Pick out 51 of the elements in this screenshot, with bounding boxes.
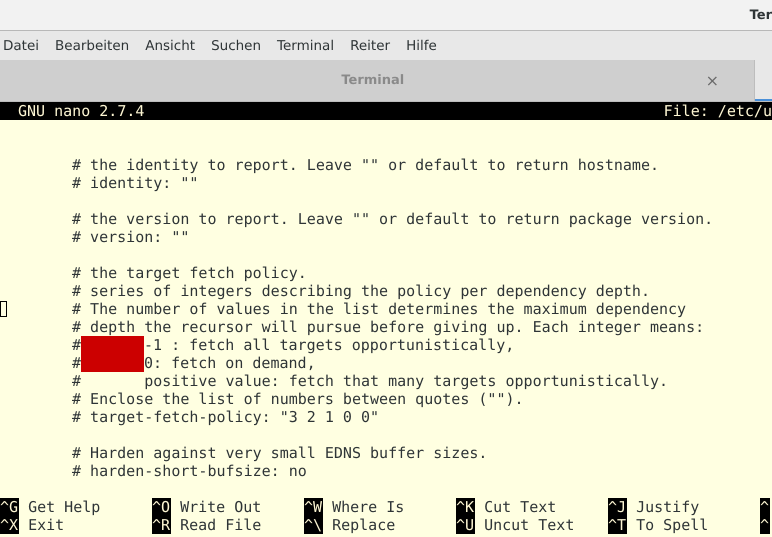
code-line: # positive value: fetch that many targets opportunistically.: [72, 372, 668, 390]
file-path: File: /etc/u: [664, 102, 772, 120]
shortcut-label: Cut Text: [484, 498, 556, 516]
shortcut-label: Where Is: [332, 498, 404, 516]
menu-item[interactable]: Datei: [3, 38, 56, 54]
shortcut-key: ^R: [152, 516, 172, 534]
code-line: # harden-short-bufsize: no: [72, 462, 307, 480]
code-line: # series of integers describing the policy per dependency depth.: [72, 282, 650, 300]
shortcut-key: ^: [760, 516, 770, 534]
menu-item[interactable]: Bearbeiten: [55, 38, 146, 54]
shortcut-key: ^\: [304, 516, 324, 534]
code-line: # depth the recursor will pursue before giving up. Each integer means:: [72, 318, 704, 336]
code-line: # Harden against very small EDNS buffer sizes.: [72, 444, 488, 462]
shortcut-key: ^O: [152, 498, 172, 516]
comment-mark: #: [72, 336, 82, 354]
tab-highlight: [81, 354, 144, 372]
shortcut-label: Read File: [180, 516, 262, 534]
menu-item[interactable]: Hilfe: [406, 38, 453, 54]
menu-item[interactable]: Suchen: [211, 38, 278, 54]
menu-item[interactable]: Reiter: [350, 38, 406, 54]
shortcut-label: Replace: [332, 516, 396, 534]
shortcut-key: ^U: [456, 516, 476, 534]
shortcut-key: ^X: [0, 516, 20, 534]
shortcut-key: ^W: [304, 498, 324, 516]
code-line: -1 : fetch all targets opportunistically,: [144, 336, 514, 354]
shortcut-key: ^G: [0, 498, 20, 516]
shortcut-label: Get Help: [28, 498, 100, 516]
shortcut-label: Exit: [28, 516, 64, 534]
code-line: # version: "": [72, 228, 190, 246]
code-line: # Enclose the list of numbers between quotes ("").: [72, 390, 524, 408]
code-line: # the identity to report. Leave "" or default to return hostname.: [72, 156, 659, 174]
menu-item[interactable]: Terminal: [277, 38, 350, 54]
code-line: # identity: "": [72, 174, 198, 192]
shortcut-label: Justify: [636, 498, 700, 516]
editor-version: GNU nano 2.7.4: [18, 102, 144, 120]
shortcut-label: To Spell: [636, 516, 708, 534]
code-line: # The number of values in the list determines the maximum dependency: [72, 300, 686, 318]
shortcut-key: ^: [760, 498, 770, 516]
menu-item[interactable]: Ansicht: [145, 38, 212, 54]
comment-mark: #: [72, 354, 82, 372]
shortcut-key: ^T: [608, 516, 628, 534]
code-line: # the target fetch policy.: [72, 264, 307, 282]
code-line: 0: fetch on demand,: [144, 354, 316, 372]
code-line: # the version to report. Leave "" or default to return package version.: [72, 210, 714, 228]
tab-highlight: [81, 336, 144, 354]
code-line: # target-fetch-policy: "3 2 1 0 0": [72, 408, 380, 426]
shortcut-label: Uncut Text: [484, 516, 574, 534]
shortcut-label: Write Out: [180, 498, 262, 516]
shortcut-key: ^J: [608, 498, 628, 516]
window-title: Ter: [750, 8, 772, 22]
shortcut-key: ^K: [456, 498, 476, 516]
